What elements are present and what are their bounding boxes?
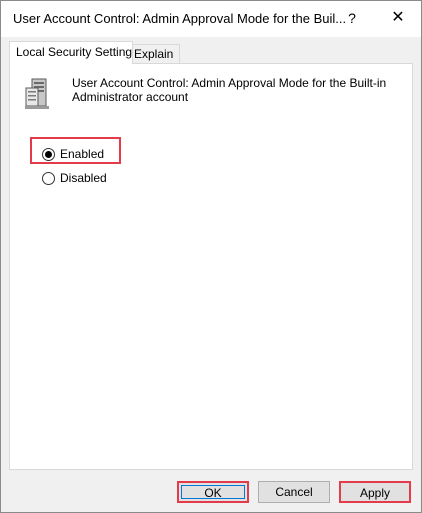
ok-button[interactable]: OK: [177, 481, 249, 503]
server-policy-icon: [25, 78, 49, 109]
tab-explain[interactable]: Explain: [127, 44, 181, 63]
disabled-radio[interactable]: [42, 172, 55, 185]
policy-title: User Account Control: Admin Approval Mod…: [72, 76, 387, 104]
title-bar: User Account Control: Admin Approval Mod…: [1, 1, 421, 37]
enabled-label: Enabled: [60, 147, 105, 161]
help-icon[interactable]: ?: [336, 5, 368, 31]
tab-panel: User Account Control: Admin Approval Mod…: [9, 63, 413, 470]
tab-local-security-setting[interactable]: Local Security Setting: [9, 41, 133, 64]
ok-label: OK: [204, 486, 222, 500]
apply-button[interactable]: Apply: [339, 481, 411, 503]
policy-properties-dialog: User Account Control: Admin Approval Mod…: [0, 0, 422, 513]
disabled-label: Disabled: [60, 171, 107, 185]
enabled-radio[interactable]: [42, 148, 55, 161]
close-icon[interactable]: ✕: [382, 5, 414, 31]
window-title: User Account Control: Admin Approval Mod…: [13, 11, 347, 26]
cancel-button[interactable]: Cancel: [258, 481, 330, 503]
